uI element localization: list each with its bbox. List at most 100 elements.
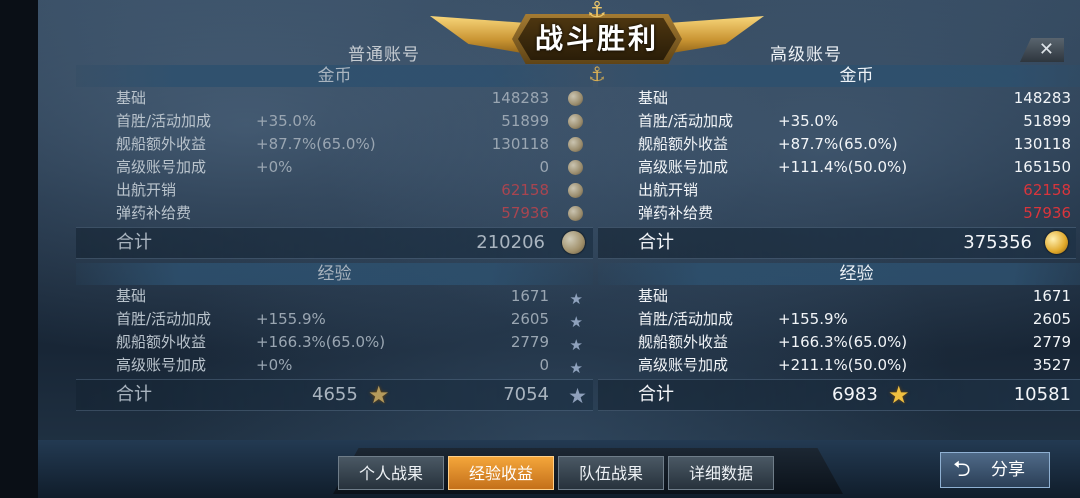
- gold-coin-icon: [568, 206, 583, 221]
- row-value: 130118: [491, 135, 549, 153]
- premium-account-panel: 高级账号 金币 基础 148283 首胜/活动加成 +35.0% 51899 舰船额外收益…: [598, 38, 1080, 411]
- exp-row: 舰船额外收益+166.3%(65.0%)2779★: [598, 331, 1080, 354]
- gold-row: 首胜/活动加成 +35.0% 51899: [598, 110, 1080, 133]
- row-label: 舰船额外收益: [638, 333, 729, 351]
- elite-exp-total-value: 6983: [832, 384, 878, 405]
- row-value: 62158: [1023, 181, 1071, 199]
- gold-coin-icon: [1045, 231, 1068, 254]
- return-arrow-icon: ⮌: [953, 457, 971, 482]
- row-label: 首胜/活动加成: [638, 310, 734, 328]
- row-value: 148283: [491, 89, 549, 107]
- exp-row: 基础1671★: [598, 285, 1080, 308]
- exp-total-row: 合计 6983 ★ 10581 ★: [598, 379, 1080, 411]
- row-modifier: +166.3%(65.0%): [778, 333, 908, 351]
- row-modifier: +35.0%: [778, 112, 839, 130]
- row-value: 0: [539, 356, 549, 374]
- total-label: 合计: [638, 232, 674, 253]
- gold-row: 基础 148283: [76, 87, 593, 110]
- total-label: 合计: [638, 384, 674, 405]
- exp-total-row: 合计 4655 ★ 7054 ★: [76, 379, 593, 411]
- exp-star-icon: ★: [569, 359, 583, 377]
- row-label: 出航开销: [638, 181, 699, 199]
- row-modifier: +0%: [256, 158, 293, 176]
- share-button[interactable]: ⮌ 分享: [940, 452, 1050, 488]
- tab-detailed-data[interactable]: 详细数据: [668, 456, 774, 490]
- gold-coin-icon: [562, 231, 585, 254]
- gold-total-value: 210206: [476, 232, 545, 253]
- row-modifier: +87.7%(65.0%): [778, 135, 898, 153]
- exp-star-icon: ★: [568, 384, 587, 408]
- row-value: 1671: [510, 287, 549, 305]
- exp-row: 高级账号加成 +0% 0 ★: [76, 354, 593, 377]
- elite-exp-total-value: 4655: [312, 384, 358, 405]
- row-value: 51899: [501, 112, 549, 130]
- exp-row: 首胜/活动加成+155.9%2605★: [598, 308, 1080, 331]
- row-label: 基础: [116, 89, 147, 107]
- row-label: 舰船额外收益: [638, 135, 729, 153]
- gold-row: 舰船额外收益 +87.7%(65.0%) 130118: [76, 133, 593, 156]
- row-value: 148283: [1013, 89, 1071, 107]
- row-modifier: +87.7%(65.0%): [256, 135, 376, 153]
- row-label: 高级账号加成: [638, 356, 729, 374]
- row-value: 0: [539, 158, 549, 176]
- exp-row: 基础1671★: [76, 285, 593, 308]
- row-modifier: +155.9%: [256, 310, 326, 328]
- row-label: 出航开销: [116, 181, 177, 199]
- row-value: 2605: [1032, 310, 1071, 328]
- row-value: 51899: [1023, 112, 1071, 130]
- row-value: 57936: [501, 204, 549, 222]
- share-label: 分享: [991, 460, 1025, 480]
- exp-heading: 经验: [598, 263, 1080, 285]
- battle-result-screen: 战斗胜利 ⚓ ⚓ ✕ 普通账号 金币 基础 148283 首胜/活动加成 +35.0%…: [38, 0, 1080, 498]
- row-value: 130118: [1013, 135, 1071, 153]
- row-modifier: +166.3%(65.0%): [256, 333, 386, 351]
- row-label: 基础: [116, 287, 147, 305]
- gold-coin-icon: [568, 183, 583, 198]
- row-value: 165150: [1013, 158, 1071, 176]
- gold-row: 出航开销 62158: [76, 179, 593, 202]
- gold-row: 出航开销 62158: [598, 179, 1080, 202]
- gold-row: 舰船额外收益 +87.7%(65.0%) 130118: [598, 133, 1080, 156]
- gold-row: 弹药补给费 57936: [76, 202, 593, 225]
- row-value: 62158: [501, 181, 549, 199]
- row-modifier: +0%: [256, 356, 293, 374]
- row-label: 弹药补给费: [116, 204, 192, 222]
- gold-heading: 金币: [76, 65, 593, 87]
- gold-row: 基础 148283: [598, 87, 1080, 110]
- tab-personal-results[interactable]: 个人战果: [338, 456, 444, 490]
- gold-total-value: 375356: [963, 232, 1032, 253]
- gold-row: 高级账号加成 +111.4%(50.0%) 165150: [598, 156, 1080, 179]
- row-modifier: +211.1%(50.0%): [778, 356, 908, 374]
- row-label: 高级账号加成: [116, 158, 207, 176]
- row-label: 高级账号加成: [638, 158, 729, 176]
- gold-coin-icon: [568, 91, 583, 106]
- elite-star-icon: ★: [368, 381, 390, 409]
- account-title: 普通账号: [348, 45, 420, 65]
- account-title: 高级账号: [770, 45, 842, 65]
- anchor-icon: ⚓: [587, 0, 607, 23]
- row-modifier: +35.0%: [256, 112, 317, 130]
- row-label: 首胜/活动加成: [638, 112, 734, 130]
- total-label: 合计: [116, 232, 152, 253]
- row-value: 2779: [1032, 333, 1071, 351]
- gold-coin-icon: [568, 160, 583, 175]
- gold-row: 首胜/活动加成 +35.0% 51899: [76, 110, 593, 133]
- exp-total-value: 7054: [503, 384, 549, 405]
- row-label: 弹药补给费: [638, 204, 714, 222]
- gold-heading: 金币: [598, 65, 1080, 87]
- gold-total-row: 合计 375356: [598, 227, 1076, 259]
- row-label: 高级账号加成: [116, 356, 207, 374]
- elite-star-icon: ★: [888, 381, 910, 409]
- row-value: 3527: [1032, 356, 1071, 374]
- row-label: 首胜/活动加成: [116, 112, 212, 130]
- exp-row: 舰船额外收益+166.3%(65.0%)2779★: [76, 331, 593, 354]
- row-value: 2779: [510, 333, 549, 351]
- gold-coin-icon: [568, 114, 583, 129]
- row-label: 首胜/活动加成: [116, 310, 212, 328]
- row-label: 舰船额外收益: [116, 135, 207, 153]
- tab-team-results[interactable]: 队伍战果: [558, 456, 664, 490]
- row-label: 基础: [638, 89, 669, 107]
- exp-heading: 经验: [76, 263, 593, 285]
- tab-exp-earnings[interactable]: 经验收益: [448, 456, 554, 490]
- total-label: 合计: [116, 384, 152, 405]
